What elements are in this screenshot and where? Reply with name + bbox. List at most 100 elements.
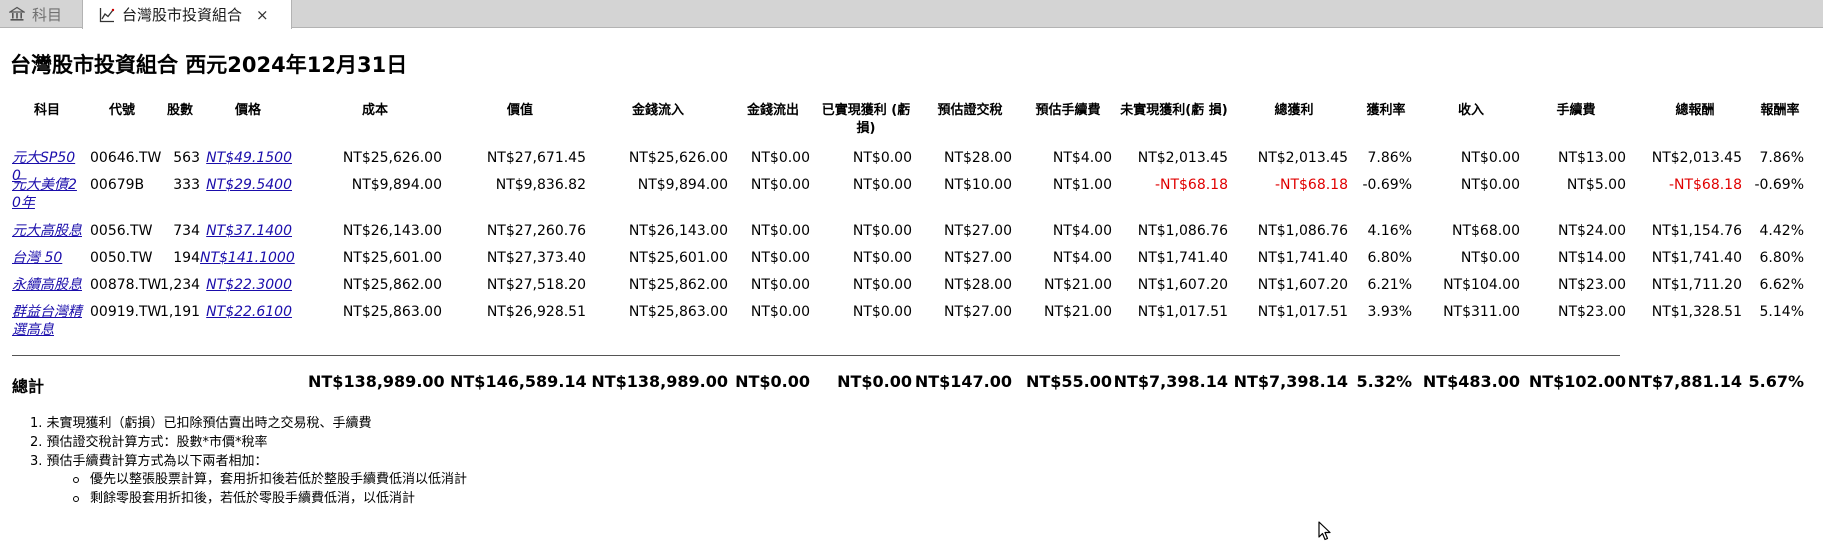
table-cell-total-gain: NT$1,741.40: [1257, 250, 1348, 266]
tab-accounts[interactable]: 科目: [4, 0, 78, 28]
mouse-cursor-icon: [1318, 521, 1331, 541]
table-cell-out: NT$0.00: [750, 304, 810, 320]
table-cell-fees: NT$24.00: [1557, 223, 1626, 239]
table-cell-unrealized: NT$1,017.51: [1137, 304, 1228, 320]
table-cell-unrealized: -NT$68.18: [1154, 177, 1228, 193]
table-cell-code: 00919.TW: [90, 304, 162, 320]
totals-divider: [12, 355, 1620, 356]
table-cell-income: NT$0.00: [1460, 150, 1520, 166]
table-cell-realized: NT$0.00: [852, 277, 912, 293]
table-cell-gain-rate: 4.16%: [1367, 223, 1412, 239]
total-tax: NT$147.00: [914, 372, 1012, 391]
header-income: 收入: [1457, 103, 1484, 118]
table-cell-gain-rate: -0.69%: [1362, 177, 1412, 193]
tab-portfolio[interactable]: 台灣股市投資組合 ×: [82, 0, 292, 29]
table-cell-gain-rate: 6.21%: [1367, 277, 1412, 293]
header-inflow: 金錢流入: [631, 103, 684, 118]
table-cell-realized: NT$0.00: [852, 177, 912, 193]
table-cell-value: NT$9,836.82: [495, 177, 586, 193]
header-shares: 股數: [166, 103, 193, 118]
total-in: NT$138,989.00: [591, 372, 728, 391]
table-cell-value: NT$27,373.40: [486, 250, 586, 266]
sub-note-item: 優先以整張股票計算，套用折扣後若低於整股手續費低消以低消計: [90, 472, 468, 487]
header-total-gain: 總獲利: [1274, 103, 1314, 118]
table-cell-fee-est: NT$4.00: [1052, 250, 1112, 266]
table-cell-tax: NT$10.00: [943, 177, 1012, 193]
account-link[interactable]: 永續高股息: [12, 276, 82, 294]
total-fee-est: NT$55.00: [1025, 372, 1112, 391]
table-cell-fees: NT$23.00: [1557, 277, 1626, 293]
bullet-icon: [73, 496, 79, 502]
table-cell-out: NT$0.00: [750, 223, 810, 239]
price-link[interactable]: NT$29.5400: [200, 176, 292, 194]
table-cell-value: NT$27,671.45: [486, 150, 586, 166]
table-cell-code: 00646.TW: [90, 150, 162, 166]
table-cell-value: NT$27,518.20: [486, 277, 586, 293]
table-cell-realized: NT$0.00: [852, 304, 912, 320]
table-cell-tax: NT$27.00: [943, 223, 1012, 239]
header-gain-rate: 獲利率: [1366, 103, 1406, 118]
table-cell-unrealized: NT$1,607.20: [1137, 277, 1228, 293]
table-cell-gain-rate: 6.80%: [1367, 250, 1412, 266]
table-cell-return-rate: 4.42%: [1759, 223, 1804, 239]
table-cell-cost: NT$25,862.00: [342, 277, 442, 293]
account-link[interactable]: 台灣 50: [12, 249, 82, 267]
note-item: 3. 預估手續費計算方式為以下兩者相加：: [30, 454, 268, 469]
table-cell-total-return: NT$1,711.20: [1651, 277, 1742, 293]
account-link[interactable]: 元大美債20年: [12, 176, 82, 212]
table-cell-value: NT$27,260.76: [486, 223, 586, 239]
table-cell-cost: NT$9,894.00: [351, 177, 442, 193]
table-cell-fee-est: NT$21.00: [1043, 304, 1112, 320]
table-cell-cost: NT$26,143.00: [342, 223, 442, 239]
table-cell-total-return: -NT$68.18: [1668, 177, 1742, 193]
table-cell-cost: NT$25,626.00: [342, 150, 442, 166]
table-cell-code: 00878.TW: [90, 277, 162, 293]
table-cell-realized: NT$0.00: [852, 150, 912, 166]
table-cell-income: NT$104.00: [1443, 277, 1520, 293]
price-link[interactable]: NT$141.1000: [200, 249, 295, 267]
price-link[interactable]: NT$22.3000: [200, 276, 292, 294]
header-cost: 成本: [361, 103, 388, 118]
table-cell-return-rate: -0.69%: [1754, 177, 1804, 193]
sub-note-item: 剩餘零股套用折扣後，若低於零股手續費低消，以低消計: [90, 491, 416, 506]
header-return-rate: 報酬率: [1760, 103, 1800, 118]
note-item: 2. 預估證交稅計算方式：股數*市價*稅率: [30, 435, 268, 450]
table-cell-value: NT$26,928.51: [486, 304, 586, 320]
table-cell-total-return: NT$1,741.40: [1651, 250, 1742, 266]
table-cell-return-rate: 5.14%: [1759, 304, 1804, 320]
account-link[interactable]: 群益台灣精選高息: [12, 303, 82, 339]
table-cell-unrealized: NT$1,741.40: [1137, 250, 1228, 266]
account-link[interactable]: 元大高股息: [12, 222, 82, 240]
table-cell-return-rate: 6.62%: [1759, 277, 1804, 293]
table-cell-total-gain: NT$1,086.76: [1257, 223, 1348, 239]
table-cell-fee-est: NT$1.00: [1052, 177, 1112, 193]
total-out: NT$0.00: [735, 372, 810, 391]
price-link[interactable]: NT$22.6100: [200, 303, 292, 321]
table-cell-income: NT$311.00: [1443, 304, 1520, 320]
totals-label: 總計: [12, 377, 45, 396]
header-code: 代號: [108, 103, 135, 118]
price-link[interactable]: NT$49.1500: [200, 149, 292, 167]
table-cell-return-rate: 7.86%: [1759, 150, 1804, 166]
table-cell-tax: NT$27.00: [943, 304, 1012, 320]
table-cell-total-return: NT$1,154.76: [1651, 223, 1742, 239]
table-cell-shares: 563: [173, 150, 200, 166]
table-cell-out: NT$0.00: [750, 177, 810, 193]
table-cell-fees: NT$23.00: [1557, 304, 1626, 320]
table-cell-code: 0056.TW: [90, 223, 153, 239]
table-cell-unrealized: NT$2,013.45: [1137, 150, 1228, 166]
header-value: 價值: [506, 103, 533, 118]
chart-icon: [99, 7, 115, 22]
table-cell-shares: 1,191: [160, 304, 201, 320]
close-icon[interactable]: ×: [256, 6, 269, 24]
header-outflow: 金錢流出: [746, 103, 799, 118]
header-account: 科目: [33, 103, 60, 118]
price-link[interactable]: NT$37.1400: [200, 222, 292, 240]
total-total-return: NT$7,881.14: [1627, 372, 1742, 391]
total-return-rate: 5.67%: [1748, 372, 1804, 391]
tab-bar: 科目 台灣股市投資組合 ×: [0, 0, 1823, 29]
table-cell-fees: NT$14.00: [1557, 250, 1626, 266]
table-cell-fees: NT$5.00: [1566, 177, 1626, 193]
table-cell-shares: 333: [173, 177, 200, 193]
tab-portfolio-label: 台灣股市投資組合: [122, 6, 243, 24]
